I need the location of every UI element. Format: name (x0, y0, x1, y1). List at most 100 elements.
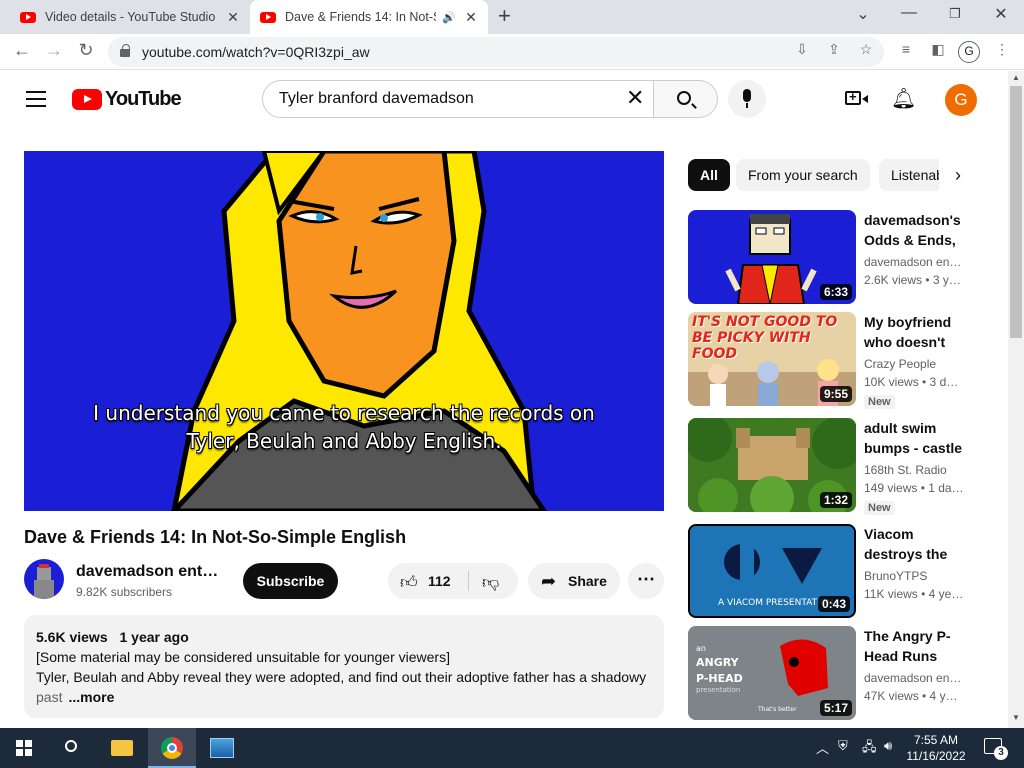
search-button[interactable] (654, 80, 718, 118)
search-icon (65, 740, 77, 752)
video-thumbnail[interactable]: IT'S NOT GOOD TO BE PICKY WITH FOOD 9:55 (688, 312, 856, 406)
share-button[interactable]: ➦ Share (528, 563, 620, 599)
video-thumbnail[interactable]: 1:32 (688, 418, 856, 512)
chip-all[interactable]: All (688, 159, 730, 191)
browser-profile-avatar[interactable]: G (958, 41, 980, 63)
minimize-button[interactable]: — (894, 4, 924, 22)
related-video[interactable]: 6:33 davemadson's Odds & Ends, Volume 2 … (688, 210, 1008, 304)
thumbnail-caption: ANGRY (696, 656, 739, 669)
video-thumbnail[interactable]: an ANGRY P-HEAD presentation That's bett… (688, 626, 856, 720)
scrollbar-thumb[interactable] (1010, 86, 1022, 338)
windows-taskbar: ︿ ⛨ 🖧 🔊︎ 7:55 AM 11/16/2022 3 (0, 728, 1024, 768)
subscriber-count: 9.82K subscribers (76, 585, 173, 599)
media-controls-icon[interactable]: ≡ (896, 41, 916, 57)
audio-playing-icon[interactable]: 🔊 (442, 11, 456, 24)
reload-icon[interactable]: ↻ (74, 40, 98, 61)
chip-listenable[interactable]: Listenable (879, 159, 939, 191)
like-dislike-group: 👍︎ 112 👎︎ (388, 563, 518, 599)
related-video[interactable]: 1:32 adult swim bumps - castle 168th St.… (688, 418, 1008, 515)
related-channel[interactable]: davemadson entertainment (864, 255, 964, 269)
like-count: 112 (428, 573, 451, 589)
channel-name[interactable]: davemadson entertainment (76, 563, 226, 581)
video-player[interactable]: I understand you came to research the re… (24, 151, 664, 511)
youtube-play-icon (72, 89, 102, 110)
scroll-up-arrow-icon[interactable]: ▲ (1012, 73, 1020, 82)
tab-title: Dave & Friends 14: In Not-So-Simple Engl… (285, 10, 436, 24)
video-thumbnail[interactable]: 6:33 (688, 210, 856, 304)
browser-tab-strip: Video details - YouTube Studio ✕ Dave & … (0, 0, 1024, 34)
description-text: [Some material may be considered unsuita… (36, 649, 450, 665)
show-hidden-icons-chevron-icon[interactable]: ︿ (816, 738, 829, 757)
chip-listenable-clip: Listenable (879, 159, 939, 191)
address-bar[interactable]: youtube.com/watch?v=0QRI3zpi_aw (108, 37, 884, 67)
file-explorer-button[interactable] (98, 728, 146, 768)
install-app-icon[interactable]: ⇩ (792, 41, 812, 58)
chrome-taskbar-button[interactable] (148, 728, 196, 768)
close-tab-icon[interactable]: ✕ (224, 9, 242, 26)
close-window-button[interactable]: ✕ (986, 4, 1016, 24)
start-button[interactable] (0, 728, 48, 768)
thumbnail-caption: presentation (696, 686, 741, 694)
account-avatar[interactable]: G (945, 84, 977, 116)
chrome-menu-icon[interactable]: ⋮ (992, 41, 1012, 58)
youtube-logo[interactable]: YouTube (72, 88, 182, 111)
related-channel[interactable]: davemadson entertainment (864, 671, 964, 685)
related-stats: 10K views • 3 days ago (864, 375, 964, 389)
clear-search-icon[interactable]: ✕ (626, 85, 644, 111)
clock-date: 11/16/2022 (906, 749, 966, 763)
photos-taskbar-button[interactable] (198, 728, 246, 768)
create-video-icon[interactable] (845, 89, 868, 105)
taskbar-search-button[interactable] (48, 728, 96, 768)
new-tab-button[interactable]: + (498, 5, 511, 27)
share-page-icon[interactable]: ⇪ (824, 41, 844, 58)
scroll-down-arrow-icon[interactable]: ▼ (1012, 713, 1020, 722)
close-tab-icon[interactable]: ✕ (462, 9, 480, 26)
search-input[interactable]: Tyler branford davemadson (262, 80, 654, 118)
notifications-bell-icon[interactable]: 🔔︎ (891, 87, 916, 111)
taskbar-clock[interactable]: 7:55 AM 11/16/2022 (896, 732, 976, 764)
like-button[interactable]: 👍︎ (400, 572, 418, 593)
lock-icon[interactable] (120, 44, 130, 57)
duration-badge: 1:32 (819, 492, 852, 508)
security-tray-icon[interactable]: ⛨ (838, 738, 848, 754)
guide-menu-icon[interactable] (26, 91, 46, 107)
page-scrollbar[interactable]: ▲ ▼ (1008, 71, 1024, 728)
more-actions-button[interactable]: ⋯ (628, 563, 664, 599)
related-channel[interactable]: 168th St. Radio (864, 463, 964, 477)
share-label: Share (568, 573, 607, 589)
related-video[interactable]: an ANGRY P-HEAD presentation That's bett… (688, 626, 1008, 720)
related-title: Viacom destroys the logos (864, 526, 948, 562)
back-arrow-icon[interactable]: ← (10, 40, 34, 61)
tab-youtube-studio[interactable]: Video details - YouTube Studio ✕ (10, 0, 250, 34)
description-box[interactable]: 5.6K views 1 year ago [Some material may… (24, 615, 664, 718)
dislike-button[interactable]: 👎︎ (482, 572, 499, 593)
subscribe-button[interactable]: Subscribe (243, 563, 338, 599)
channel-avatar[interactable] (24, 559, 64, 599)
related-video[interactable]: A VIACOM PRESENTATION 0:43 Viacom destro… (688, 524, 1008, 618)
restore-button[interactable]: ❐ (940, 6, 970, 22)
volume-icon[interactable]: 🔊︎ (884, 738, 892, 754)
side-panel-icon[interactable]: ◧ (928, 41, 948, 58)
tab-current-video[interactable]: Dave & Friends 14: In Not-So-Simple Engl… (250, 0, 488, 34)
duration-badge: 5:17 (819, 700, 852, 716)
tab-search-icon[interactable]: ⌄ (848, 4, 878, 24)
description-meta: 5.6K views 1 year ago (36, 627, 652, 647)
related-stats: 47K views • 4 years ago (864, 689, 964, 703)
chevron-right-icon[interactable]: › (955, 165, 961, 186)
forward-arrow-icon[interactable]: → (42, 40, 66, 61)
thumbnail-caption: an (696, 644, 706, 653)
video-thumbnail[interactable]: A VIACOM PRESENTATION 0:43 (688, 524, 856, 618)
new-badge: New (864, 501, 895, 515)
thumbnail-caption: A VIACOM PRESENTATION (718, 598, 834, 608)
related-channel[interactable]: BrunoYTPS (864, 569, 964, 583)
chip-from-your-search[interactable]: From your search (736, 159, 870, 191)
chrome-icon-center (167, 743, 177, 753)
related-video[interactable]: IT'S NOT GOOD TO BE PICKY WITH FOOD 9:55… (688, 312, 1008, 409)
related-channel[interactable]: Crazy People (864, 357, 964, 371)
duration-badge: 9:55 (819, 386, 852, 402)
voice-search-mic-icon[interactable] (728, 80, 766, 118)
show-more-link[interactable]: ...more (68, 689, 114, 705)
network-icon[interactable]: 🖧 (862, 738, 877, 760)
duration-badge: 0:43 (817, 596, 850, 612)
bookmark-star-icon[interactable]: ☆ (856, 41, 876, 58)
